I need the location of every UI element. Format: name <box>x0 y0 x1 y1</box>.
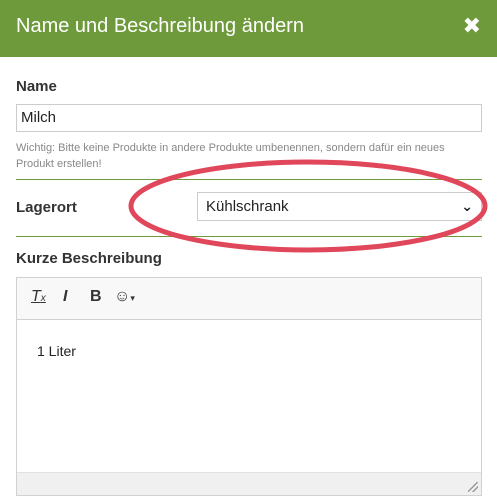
name-input[interactable]: Milch <box>16 104 482 132</box>
chevron-down-icon: ⌄ <box>461 198 473 214</box>
resize-handle-icon[interactable] <box>468 482 478 492</box>
italic-button[interactable]: I <box>63 288 67 306</box>
divider-top <box>16 179 482 180</box>
storage-label: Lagerort <box>16 199 77 216</box>
description-label: Kurze Beschreibung <box>16 250 162 267</box>
editor-content[interactable]: 1 Liter <box>37 343 76 359</box>
dialog-header: Name und Beschreibung ändern ✖ <box>0 0 497 57</box>
storage-selected-value: Kühlschrank <box>206 198 289 215</box>
name-hint: Wichtig: Bitte keine Produkte in andere … <box>16 142 445 170</box>
clear-format-icon[interactable]: Tx <box>31 288 46 306</box>
editor-statusbar <box>17 472 481 495</box>
dialog-title: Name und Beschreibung ändern <box>16 15 304 37</box>
divider-bottom <box>16 236 482 237</box>
editor-toolbar: Tx I B ☺▾ <box>17 278 481 320</box>
close-icon[interactable]: ✖ <box>463 13 481 39</box>
storage-select[interactable]: Kühlschrank ⌄ <box>197 192 482 221</box>
bold-button[interactable]: B <box>90 288 102 306</box>
smiley-icon[interactable]: ☺▾ <box>114 288 135 306</box>
name-label: Name <box>16 78 57 95</box>
description-editor[interactable]: Tx I B ☺▾ 1 Liter <box>16 277 482 496</box>
